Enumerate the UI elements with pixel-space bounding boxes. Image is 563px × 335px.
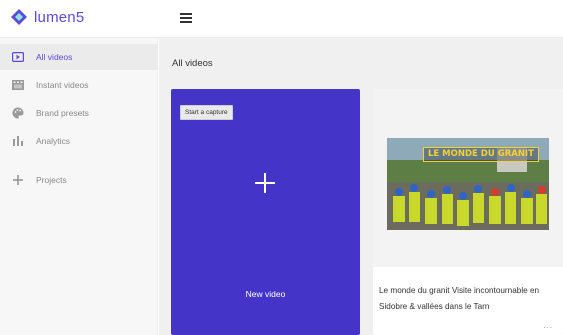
more-options-icon[interactable]: ... [543, 321, 553, 330]
new-video-label: New video [245, 289, 286, 299]
thumbnail-title: LE MONDE DU GRANIT [423, 147, 539, 162]
lumen5-logo-icon [11, 9, 27, 25]
bar-chart-icon [12, 135, 24, 147]
video-title[interactable]: Le monde du granit Visite incontournable… [379, 283, 563, 315]
video-card[interactable]: LE MONDE DU GRANIT Le monde du granit Vi… [373, 89, 563, 335]
sidebar-item-label: Analytics [36, 136, 71, 146]
sidebar: All videos Instant videos Brand presets … [0, 38, 158, 335]
page-title: All videos [172, 58, 213, 69]
main-content: All videos Start a capture New video LE … [159, 38, 563, 335]
top-bar: lumen5 [0, 0, 563, 38]
sidebar-item-label: Instant videos [36, 80, 89, 90]
sidebar-item-brand-presets[interactable]: Brand presets [0, 100, 158, 126]
plus-icon [255, 173, 275, 193]
film-icon [12, 79, 24, 91]
play-square-icon [12, 51, 24, 63]
palette-icon [12, 107, 24, 119]
plus-icon [12, 174, 24, 186]
sidebar-item-label: Brand presets [36, 108, 89, 118]
brand-name: lumen5 [34, 8, 85, 26]
new-video-card[interactable]: Start a capture New video [171, 89, 360, 335]
sidebar-item-instant-videos[interactable]: Instant videos [0, 72, 158, 98]
video-thumbnail-area: LE MONDE DU GRANIT [373, 89, 563, 267]
hamburger-menu-icon[interactable] [180, 13, 192, 23]
app-root: lumen5 All videos Instant videos Brand p… [0, 0, 563, 335]
start-capture-tag[interactable]: Start a capture [180, 105, 233, 120]
sidebar-item-all-videos[interactable]: All videos [0, 44, 158, 70]
brand-logo[interactable]: lumen5 [10, 8, 84, 26]
video-thumbnail[interactable]: LE MONDE DU GRANIT [387, 138, 549, 230]
sidebar-item-analytics[interactable]: Analytics [0, 128, 158, 154]
sidebar-item-label: Projects [36, 175, 67, 185]
sidebar-item-projects[interactable]: Projects [0, 167, 158, 193]
sidebar-item-label: All videos [36, 52, 73, 62]
